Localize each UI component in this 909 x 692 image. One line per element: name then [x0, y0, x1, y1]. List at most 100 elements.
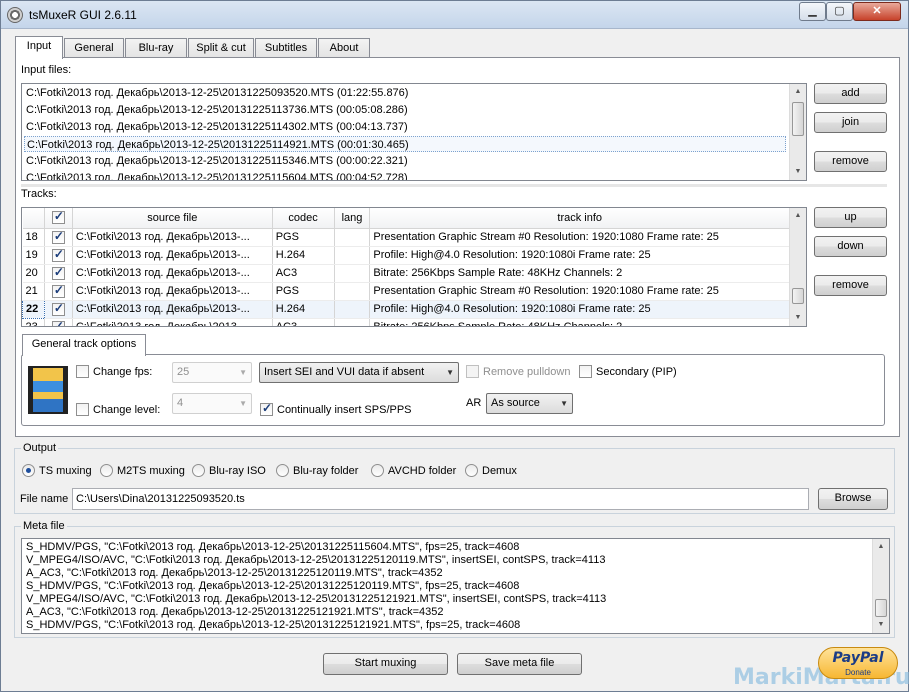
track-checkbox[interactable]: [51, 247, 65, 262]
add-button[interactable]: add: [814, 83, 887, 104]
mode-bluray-folder[interactable]: Blu-ray folder: [276, 464, 358, 477]
info-cell: Bitrate: 256Kbps Sample Rate: 48KHz Chan…: [369, 264, 790, 283]
ts-muxing-radio[interactable]: [22, 464, 35, 477]
meta-line: V_MPEG4/ISO/AVC, "C:\Fotki\2013 год. Дек…: [26, 593, 607, 605]
source-cell: C:\Fotki\2013 год. Декабрь\2013-...: [72, 228, 273, 247]
tab-general[interactable]: General: [64, 38, 124, 58]
number-column-header: [22, 208, 45, 229]
table-row[interactable]: 22 C:\Fotki\2013 год. Декабрь\2013-... H…: [22, 299, 790, 319]
track-checkbox[interactable]: [51, 265, 65, 280]
table-row[interactable]: 20 C:\Fotki\2013 год. Декабрь\2013-... A…: [22, 264, 790, 283]
track-checkbox[interactable]: [51, 301, 65, 316]
fps-select[interactable]: 25 ▼: [172, 362, 252, 383]
file-name-label: File name: [20, 493, 69, 505]
mode-m2ts[interactable]: M2TS muxing: [100, 464, 185, 477]
sei-select[interactable]: Insert SEI and VUI data if absent ▼: [259, 362, 459, 383]
remove-track-button[interactable]: remove: [814, 275, 887, 296]
scroll-up-icon[interactable]: ▲: [790, 208, 806, 224]
paypal-donate-button[interactable]: PayPal Donate: [818, 647, 898, 679]
secondary-checkbox[interactable]: [579, 365, 592, 378]
tab-subtitles[interactable]: Subtitles: [255, 38, 317, 58]
lang-header[interactable]: lang: [334, 208, 371, 229]
scroll-down-icon[interactable]: ▼: [790, 310, 806, 326]
mode-bluray-iso[interactable]: Blu-ray ISO: [192, 464, 266, 477]
continually-insert-checkbox[interactable]: [260, 401, 273, 416]
select-all-checkbox[interactable]: [51, 209, 65, 225]
list-item[interactable]: C:\Fotki\2013 год. Декабрь\2013-12-25\20…: [26, 153, 408, 169]
ar-select[interactable]: As source ▼: [486, 393, 573, 414]
list-item[interactable]: C:\Fotki\2013 год. Декабрь\2013-12-25\20…: [26, 170, 408, 180]
input-files-list[interactable]: C:\Fotki\2013 год. Декабрь\2013-12-25\20…: [21, 83, 807, 181]
input-files-scrollbar[interactable]: ▲ ▼: [789, 84, 806, 180]
table-row[interactable]: 19 C:\Fotki\2013 год. Декабрь\2013-... H…: [22, 246, 790, 265]
scroll-thumb[interactable]: [792, 102, 804, 136]
remove-pulldown-option: Remove pulldown: [466, 365, 570, 378]
fps-select-value: 25: [177, 366, 190, 378]
bluray-folder-radio[interactable]: [276, 464, 289, 477]
table-row[interactable]: 18 C:\Fotki\2013 год. Декабрь\2013-... P…: [22, 228, 790, 247]
close-button[interactable]: ✕: [853, 2, 901, 21]
move-down-button[interactable]: down: [814, 236, 887, 257]
chevron-down-icon: ▼: [239, 368, 247, 377]
table-row[interactable]: 21 C:\Fotki\2013 год. Декабрь\2013-... P…: [22, 282, 790, 301]
level-select[interactable]: 4 ▼: [172, 393, 252, 414]
mode-ts[interactable]: TS muxing: [22, 464, 92, 477]
codec-header[interactable]: codec: [272, 208, 335, 229]
track-checkbox[interactable]: [51, 229, 65, 244]
file-name-field[interactable]: C:\Users\Dina\20131225093520.ts: [72, 488, 809, 510]
m2ts-muxing-radio[interactable]: [100, 464, 113, 477]
tab-general-track-options[interactable]: General track options: [22, 334, 146, 356]
tab-split-cut[interactable]: Split & cut: [188, 38, 254, 58]
move-up-button[interactable]: up: [814, 207, 887, 228]
scroll-thumb[interactable]: [875, 599, 887, 617]
demux-radio[interactable]: [465, 464, 478, 477]
row-number: 21: [22, 282, 45, 301]
mode-avchd[interactable]: AVCHD folder: [371, 464, 456, 477]
avchd-folder-radio[interactable]: [371, 464, 384, 477]
save-meta-button[interactable]: Save meta file: [457, 653, 582, 675]
remove-pulldown-checkbox[interactable]: [466, 365, 479, 378]
list-item[interactable]: C:\Fotki\2013 год. Декабрь\2013-12-25\20…: [26, 119, 408, 135]
table-row[interactable]: 23 C:\Fotki\2013 год. Декабрь\2013-... A…: [22, 318, 790, 326]
scroll-down-icon[interactable]: ▼: [873, 617, 889, 633]
maximize-button[interactable]: ▢: [826, 2, 853, 21]
minimize-button[interactable]: ▁: [799, 2, 826, 21]
scroll-thumb[interactable]: [792, 288, 804, 304]
splitter[interactable]: [21, 184, 887, 187]
track-checkbox[interactable]: [51, 319, 65, 326]
track-info-header[interactable]: track info: [369, 208, 790, 229]
lang-cell: [334, 318, 371, 326]
tab-blu-ray[interactable]: Blu-ray: [125, 38, 187, 58]
track-checkbox[interactable]: [51, 283, 65, 298]
meta-scrollbar[interactable]: ▲ ▼: [872, 539, 889, 633]
source-file-header[interactable]: source file: [72, 208, 273, 229]
mode-demux[interactable]: Demux: [465, 464, 517, 477]
row-number: 22: [22, 299, 45, 319]
list-item[interactable]: C:\Fotki\2013 год. Декабрь\2013-12-25\20…: [24, 136, 786, 152]
tracks-table: source file codec lang track info 18 C:\…: [22, 208, 790, 326]
join-button[interactable]: join: [814, 112, 887, 133]
tab-about[interactable]: About: [318, 38, 370, 58]
source-cell: C:\Fotki\2013 год. Декабрь\2013-...: [72, 246, 273, 265]
scroll-down-icon[interactable]: ▼: [790, 164, 806, 180]
info-cell: Bitrate: 256Kbps Sample Rate: 48KHz Chan…: [369, 318, 790, 326]
remove-file-button[interactable]: remove: [814, 151, 887, 172]
scroll-up-icon[interactable]: ▲: [873, 539, 889, 555]
start-muxing-button[interactable]: Start muxing: [323, 653, 448, 675]
track-checkbox-cell: [44, 264, 73, 283]
scroll-up-icon[interactable]: ▲: [790, 84, 806, 100]
list-item[interactable]: C:\Fotki\2013 год. Декабрь\2013-12-25\20…: [26, 85, 408, 101]
meta-line: A_AC3, "C:\Fotki\2013 год. Декабрь\2013-…: [26, 567, 443, 579]
meta-textarea[interactable]: S_HDMV/PGS, "C:\Fotki\2013 год. Декабрь\…: [21, 538, 890, 634]
tab-input[interactable]: Input: [15, 36, 63, 59]
browse-button[interactable]: Browse: [818, 488, 888, 510]
change-level-checkbox[interactable]: [76, 403, 89, 416]
bluray-iso-radio[interactable]: [192, 464, 205, 477]
chevron-down-icon: ▼: [239, 399, 247, 408]
list-item[interactable]: C:\Fotki\2013 год. Декабрь\2013-12-25\20…: [26, 102, 408, 118]
change-fps-checkbox[interactable]: [76, 365, 89, 378]
codec-cell: AC3: [272, 318, 335, 326]
tracks-scrollbar[interactable]: ▲ ▼: [789, 208, 806, 326]
output-title: Output: [21, 442, 59, 454]
codec-cell: PGS: [272, 282, 335, 301]
